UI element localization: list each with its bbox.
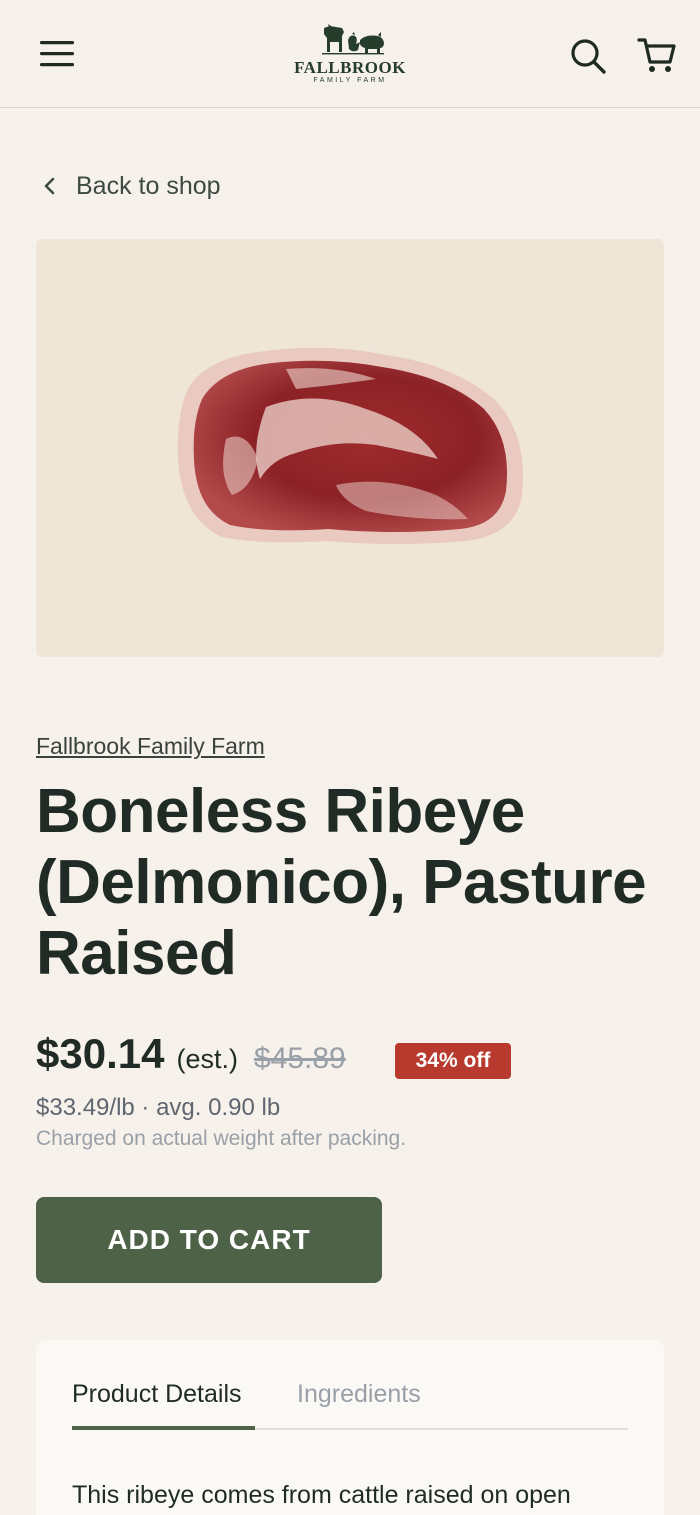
chevron-left-icon [44,177,55,195]
cart-icon[interactable] [636,36,678,76]
logo-wordmark: FALLBROOK [294,58,406,77]
active-tab-indicator [72,1426,255,1430]
search-icon[interactable] [568,36,608,76]
add-to-cart-button[interactable]: ADD TO CART [36,1197,382,1283]
original-price: $45.89 [253,1042,346,1075]
weight-note: Charged on actual weight after packing. [36,1127,407,1150]
brand-link[interactable]: Fallbrook Family Farm [36,733,265,760]
logo-subtitle: FAMILY FARM [313,77,387,84]
farm-animals-logo-icon [322,24,384,55]
unit-price: $33.49/lb · avg. 0.90 lb [36,1094,281,1121]
current-price: $30.14 [36,1030,165,1077]
hamburger-menu-icon[interactable] [38,38,78,70]
back-to-shop-link[interactable]: Back to shop [40,168,221,204]
price-estimate-label: (est.) [176,1044,238,1074]
product-image [36,239,664,657]
tab-product-details[interactable]: Product Details [72,1380,242,1409]
tab-ingredients[interactable]: Ingredients [297,1380,421,1409]
site-header: FALLBROOK FAMILY FARM [0,0,700,108]
brand-logo[interactable]: FALLBROOK FAMILY FARM [290,20,410,88]
discount-badge: 34% off [395,1043,511,1079]
price-row: $30.14 (est.) $45.89 [36,1030,346,1086]
ribeye-steak-image [177,347,523,544]
product-description: This ribeye comes from cattle raised on … [72,1481,571,1509]
back-link-label: Back to shop [76,171,221,200]
product-title: Boneless Ribeye (Delmonico), Pasture Rai… [36,777,647,988]
details-tabs: Product Details Ingredients [72,1370,628,1430]
product-details-card: Product Details Ingredients This ribeye … [36,1340,664,1515]
